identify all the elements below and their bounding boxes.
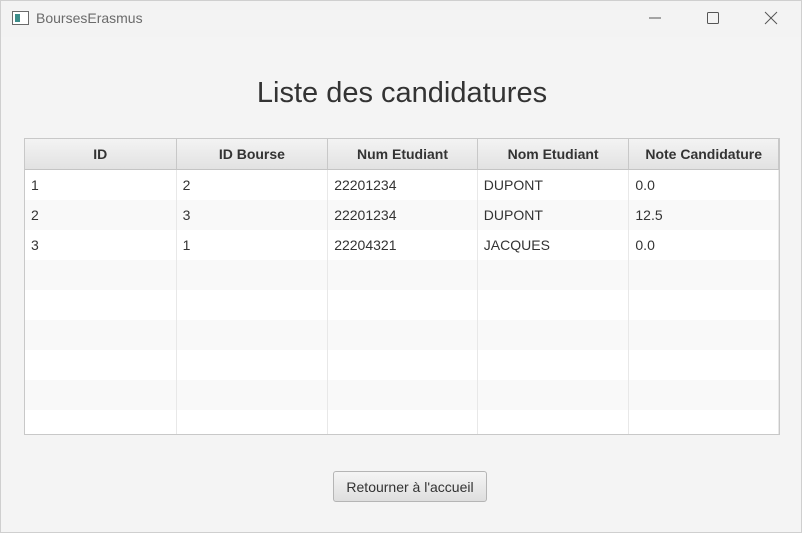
column-header-id[interactable]: ID <box>25 139 177 169</box>
table-cell: 1 <box>25 170 177 200</box>
empty-table-row <box>25 350 779 380</box>
table-cell: DUPONT <box>478 170 630 200</box>
table-row[interactable]: 1 2 22201234 DUPONT 0.0 <box>25 170 779 200</box>
table-cell: 2 <box>25 200 177 230</box>
table-cell: 0.0 <box>629 170 779 200</box>
candidatures-table[interactable]: ID ID Bourse Num Etudiant Nom Etudiant N… <box>24 138 780 435</box>
table-cell: 0.0 <box>629 230 779 260</box>
empty-table-row <box>25 260 779 290</box>
empty-table-row <box>25 290 779 320</box>
column-header-id-bourse[interactable]: ID Bourse <box>177 139 329 169</box>
page-title: Liste des candidatures <box>256 77 548 109</box>
table-row[interactable]: 3 1 22204321 JACQUES 0.0 <box>25 230 779 260</box>
minimize-icon <box>649 17 661 19</box>
table-cell: DUPONT <box>478 200 630 230</box>
return-home-button[interactable]: Retourner à l'accueil <box>333 471 487 502</box>
table-cell: 22201234 <box>328 200 478 230</box>
column-header-note-candidature[interactable]: Note Candidature <box>629 139 779 169</box>
table-cell: 1 <box>177 230 329 260</box>
table-row[interactable]: 2 3 22201234 DUPONT 12.5 <box>25 200 779 230</box>
window-title: BoursesErasmus <box>36 10 143 26</box>
empty-table-row <box>25 380 779 410</box>
empty-table-row <box>25 410 779 434</box>
table-cell: 22204321 <box>328 230 478 260</box>
close-icon <box>764 11 778 25</box>
table-cell: JACQUES <box>478 230 630 260</box>
table-cell: 22201234 <box>328 170 478 200</box>
maximize-icon <box>707 12 719 24</box>
table-cell: 3 <box>25 230 177 260</box>
table-cell: 12.5 <box>629 200 779 230</box>
column-header-num-etudiant[interactable]: Num Etudiant <box>328 139 478 169</box>
window-app-icon <box>12 11 29 25</box>
title-bar: BoursesErasmus <box>1 1 801 37</box>
close-button[interactable] <box>742 1 800 35</box>
app-window: BoursesErasmus Liste des candidatures ID… <box>0 0 802 533</box>
minimize-button[interactable] <box>626 1 684 35</box>
maximize-button[interactable] <box>684 1 742 35</box>
table-cell: 3 <box>177 200 329 230</box>
table-header: ID ID Bourse Num Etudiant Nom Etudiant N… <box>25 139 779 170</box>
table-cell: 2 <box>177 170 329 200</box>
empty-table-row <box>25 320 779 350</box>
column-header-nom-etudiant[interactable]: Nom Etudiant <box>478 139 630 169</box>
